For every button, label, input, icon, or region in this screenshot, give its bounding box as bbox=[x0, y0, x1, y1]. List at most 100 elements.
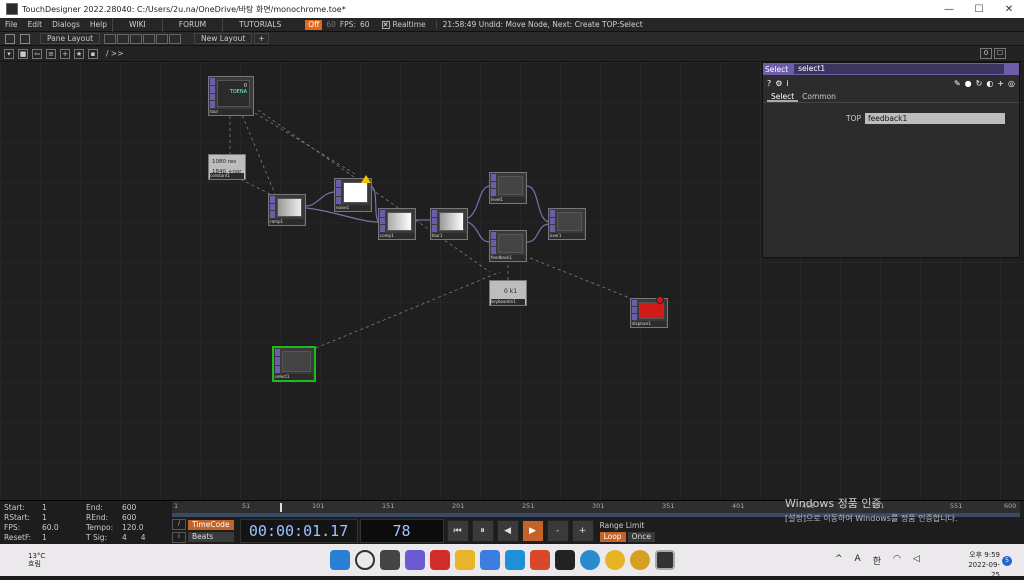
help-icon[interactable]: ? bbox=[767, 79, 771, 88]
fps-info-value[interactable]: 60.0 bbox=[42, 523, 59, 533]
back-icon[interactable]: ⇦ bbox=[32, 48, 42, 59]
task-view-icon[interactable] bbox=[380, 550, 400, 570]
touchdesigner-taskbar-icon[interactable] bbox=[655, 550, 675, 570]
frame-display[interactable]: 78 bbox=[359, 519, 444, 543]
ime-mode-b[interactable]: 한 bbox=[873, 554, 881, 567]
ime-mode-a[interactable]: A bbox=[855, 554, 861, 567]
file-explorer-icon[interactable] bbox=[455, 550, 475, 570]
pane-split-icon[interactable] bbox=[5, 33, 15, 44]
start-icon[interactable] bbox=[330, 550, 350, 570]
time-display[interactable]: 00:00:01.17 bbox=[239, 519, 358, 543]
list-icon[interactable]: ≡ bbox=[46, 48, 56, 59]
wifi-icon[interactable]: ◠ bbox=[893, 554, 901, 567]
resetf-value[interactable]: 1 bbox=[42, 533, 59, 543]
start-value[interactable]: 1 bbox=[42, 503, 59, 513]
edge-icon[interactable] bbox=[580, 550, 600, 570]
node-comp[interactable]: comp1 bbox=[378, 208, 416, 240]
tsig-a-value[interactable]: 4 bbox=[122, 533, 127, 542]
node-feedback[interactable]: feedback1 bbox=[489, 230, 527, 262]
netflix-icon[interactable] bbox=[430, 550, 450, 570]
node-tour[interactable]: 0 TOENA tour bbox=[208, 76, 254, 116]
search-icon[interactable] bbox=[355, 550, 375, 570]
network-path[interactable]: / >> bbox=[106, 49, 123, 58]
node-level[interactable]: level1 bbox=[489, 172, 527, 204]
pause-button[interactable]: ⏸ bbox=[471, 520, 494, 542]
node-over[interactable]: over1 bbox=[548, 208, 586, 240]
tray-chevron-icon[interactable]: ^ bbox=[835, 554, 843, 567]
menu-file[interactable]: File bbox=[0, 20, 23, 29]
menu-help[interactable]: Help bbox=[85, 20, 112, 29]
play-reverse-button[interactable]: ◀ bbox=[496, 520, 519, 542]
rstart-value[interactable]: 1 bbox=[42, 513, 59, 523]
tsig-b-value[interactable]: 4 bbox=[141, 533, 146, 542]
wiki-button[interactable]: WIKI bbox=[112, 17, 162, 32]
warning-icon[interactable] bbox=[361, 175, 371, 183]
edit-icon[interactable]: ✎ bbox=[954, 79, 961, 88]
lock-icon[interactable]: ▪ bbox=[88, 48, 98, 59]
new-layout-tab[interactable]: New Layout bbox=[194, 33, 253, 44]
tempo-value[interactable]: 120.0 bbox=[122, 523, 146, 533]
beats-toggle[interactable]: Beats bbox=[188, 532, 234, 542]
tab-common[interactable]: Common bbox=[798, 91, 840, 102]
volume-icon[interactable]: ◁ bbox=[913, 554, 920, 567]
end-value[interactable]: 600 bbox=[122, 503, 146, 513]
notification-badge[interactable]: 5 bbox=[1002, 556, 1012, 566]
pane-id-button[interactable]: 0 bbox=[980, 48, 992, 59]
node-noise[interactable]: noise1 bbox=[334, 175, 372, 212]
node-displace[interactable]: displace1 bbox=[630, 296, 668, 328]
weather-widget[interactable]: 13°C 흐림 bbox=[28, 552, 45, 568]
realtime-checkbox[interactable]: ✕ bbox=[381, 20, 390, 29]
loop-toggle[interactable]: Loop bbox=[599, 531, 626, 542]
node-keyboard[interactable]: 0 k1 keyboardin1 bbox=[489, 280, 527, 306]
bookmark-icon[interactable]: ★ bbox=[74, 48, 84, 59]
home-icon[interactable]: ■ bbox=[18, 48, 28, 59]
chat-icon[interactable] bbox=[405, 550, 425, 570]
mail-icon[interactable] bbox=[505, 550, 525, 570]
python-icon[interactable]: ⚙ bbox=[775, 79, 782, 88]
timecode-toggle[interactable]: TimeCode bbox=[188, 520, 234, 530]
pane-view-button[interactable]: ☐ bbox=[994, 48, 1006, 59]
error-icon[interactable] bbox=[656, 296, 664, 304]
refresh-icon[interactable]: ↻ bbox=[976, 79, 983, 88]
pane-layout-label[interactable]: Pane Layout bbox=[40, 33, 101, 44]
anchor-icon[interactable] bbox=[20, 33, 30, 44]
add-op-icon[interactable]: + bbox=[60, 48, 70, 59]
fps-target-value[interactable]: 60 bbox=[322, 20, 340, 29]
node-select[interactable]: select1 bbox=[272, 346, 316, 382]
step-forward-button[interactable]: + bbox=[571, 520, 594, 542]
chrome-icon[interactable] bbox=[605, 550, 625, 570]
info-icon[interactable]: i bbox=[786, 79, 788, 88]
node-constant[interactable]: 1080 res 1840 +nor constant1 bbox=[208, 154, 246, 180]
forum-button[interactable]: FORUM bbox=[161, 17, 222, 32]
once-toggle[interactable]: Once bbox=[627, 531, 655, 542]
palette-icon[interactable]: ◐ bbox=[986, 79, 993, 88]
close-button[interactable]: ✕ bbox=[994, 4, 1024, 15]
playhead[interactable] bbox=[280, 503, 282, 512]
layout-grid-icons[interactable] bbox=[104, 33, 182, 44]
menu-dialogs[interactable]: Dialogs bbox=[47, 20, 85, 29]
minimize-button[interactable]: — bbox=[934, 4, 964, 15]
fps-limit-toggle[interactable]: Off bbox=[305, 19, 323, 30]
timeline-info-icon[interactable]: i bbox=[172, 532, 186, 543]
pane-menu-icon[interactable]: ▾ bbox=[4, 48, 14, 59]
step-back-button[interactable]: - bbox=[546, 520, 569, 542]
target-icon[interactable]: ◎ bbox=[1008, 79, 1015, 88]
office-icon[interactable] bbox=[530, 550, 550, 570]
menu-edit[interactable]: Edit bbox=[23, 20, 48, 29]
rewind-button[interactable]: ⏮ bbox=[446, 520, 469, 542]
rend-value[interactable]: 600 bbox=[122, 513, 146, 523]
node-blur[interactable]: blur1 bbox=[430, 208, 468, 240]
node-ramp[interactable]: ramp1 bbox=[268, 194, 306, 226]
param-top-input[interactable]: feedback1 bbox=[865, 113, 1005, 124]
play-button[interactable]: ▶ bbox=[521, 520, 544, 542]
tutorials-button[interactable]: TUTORIALS bbox=[222, 17, 297, 32]
tab-select[interactable]: Select bbox=[767, 91, 799, 102]
add-icon[interactable]: + bbox=[997, 79, 1004, 88]
chrome-profile-icon[interactable] bbox=[630, 550, 650, 570]
comment-icon[interactable]: ● bbox=[965, 79, 972, 88]
maximize-button[interactable]: ☐ bbox=[964, 4, 994, 15]
add-layout-button[interactable]: + bbox=[254, 33, 269, 44]
op-name-field[interactable]: select1 bbox=[794, 64, 1005, 74]
notion-icon[interactable] bbox=[555, 550, 575, 570]
store-icon[interactable] bbox=[480, 550, 500, 570]
